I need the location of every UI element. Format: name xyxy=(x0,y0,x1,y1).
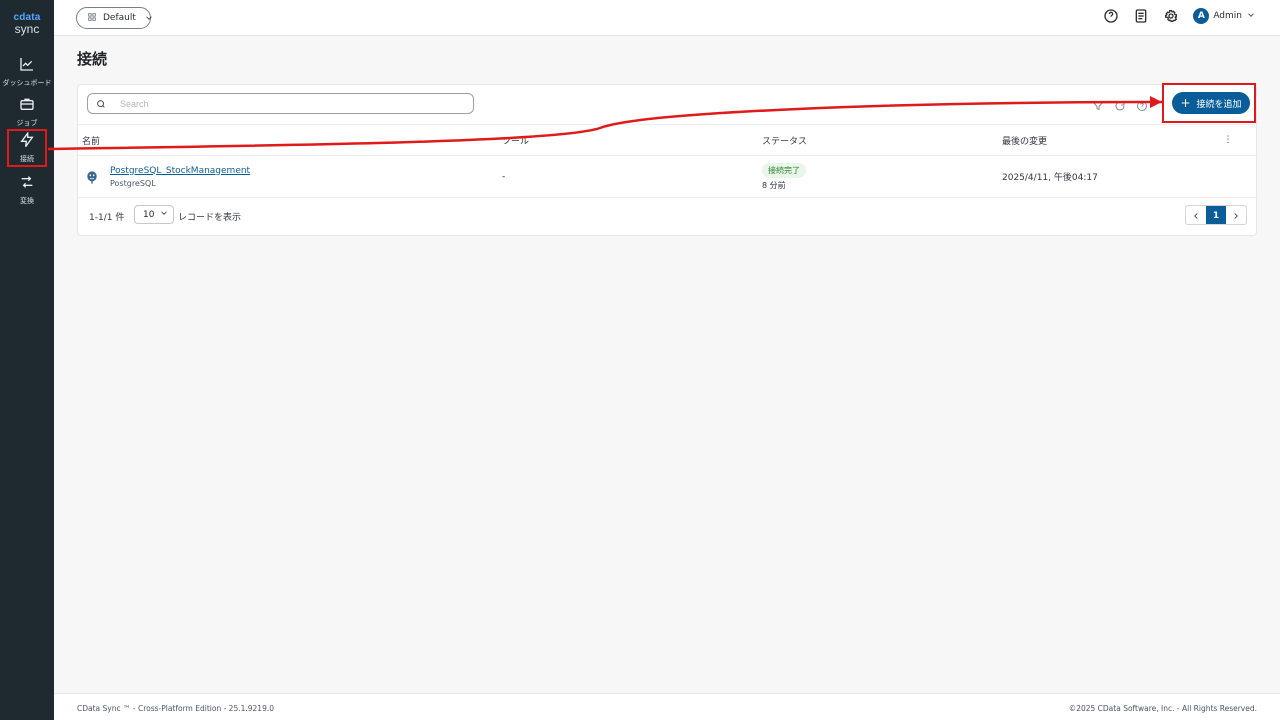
column-header-status[interactable]: ステータス xyxy=(738,134,978,147)
chevron-down-icon xyxy=(1246,10,1256,23)
page-title: 接続 xyxy=(77,50,108,68)
help-icon[interactable] xyxy=(1136,97,1148,111)
dots-icon: ⋮ xyxy=(1223,135,1233,145)
sidebar-item-dashboard[interactable]: ダッシュボード xyxy=(0,52,54,92)
sidebar-item-label: ダッシュボード xyxy=(2,79,52,87)
pagination-bar: 1-1/1 件 10 レコードを表示 1 xyxy=(78,198,1258,235)
add-connection-button[interactable]: + 接続を追加 xyxy=(1172,92,1250,114)
refresh-icon[interactable] xyxy=(1114,97,1126,111)
help-icon[interactable] xyxy=(1103,8,1119,24)
chevron-down-icon xyxy=(144,13,154,23)
column-header-tool[interactable]: ツール xyxy=(498,134,738,147)
cell-status: 接続完了 8 分前 xyxy=(738,162,978,191)
connections-table: 名前 ツール ステータス 最後の変更 ⋮ PostgreSQL_StockMan… xyxy=(78,124,1258,198)
sidebar-item-label: 変換 xyxy=(20,197,34,205)
briefcase-icon xyxy=(19,96,35,116)
status-time: 8 分前 xyxy=(762,180,786,190)
avatar: A xyxy=(1193,8,1210,24)
connection-type: PostgreSQL xyxy=(110,178,156,188)
column-header-more[interactable]: ⋮ xyxy=(1198,135,1258,145)
add-connection-label: 接続を追加 xyxy=(1196,99,1242,110)
page-button-current[interactable]: 1 xyxy=(1206,206,1226,224)
pager: 1 xyxy=(1185,205,1247,225)
chevron-down-icon xyxy=(159,208,169,221)
user-label: Admin xyxy=(1213,11,1242,21)
prev-page-button[interactable] xyxy=(1186,206,1206,224)
user-menu[interactable]: A Admin xyxy=(1193,8,1256,24)
grid-icon xyxy=(87,12,97,25)
sidebar-item-jobs[interactable]: ジョブ xyxy=(0,92,54,132)
next-page-button[interactable] xyxy=(1226,206,1246,224)
add-connection-highlight: + 接続を追加 xyxy=(1162,83,1256,123)
cell-name: PostgreSQL_StockManagement PostgreSQL xyxy=(78,166,498,188)
gear-icon[interactable] xyxy=(1163,8,1179,24)
cell-last-updated: 2025/4/11, 午後04:17 xyxy=(1002,173,1098,183)
sidebar-item-label: ジョブ xyxy=(16,119,38,127)
topbar-actions: A Admin xyxy=(1103,8,1256,24)
cell-tool: - xyxy=(502,171,506,182)
lightning-icon xyxy=(19,131,35,152)
per-page-select[interactable]: 10 xyxy=(134,205,174,224)
brand: cdata sync xyxy=(0,0,54,44)
sidebar-item-label: 接続 xyxy=(20,155,34,163)
postgresql-icon xyxy=(84,169,100,185)
chart-line-icon xyxy=(19,56,35,76)
column-header-last-updated[interactable]: 最後の変更 xyxy=(978,134,1198,147)
status-badge: 接続完了 xyxy=(762,162,806,178)
connection-name-link[interactable]: PostgreSQL_StockManagement xyxy=(110,166,250,176)
swap-icon xyxy=(19,174,35,194)
docs-icon[interactable] xyxy=(1133,8,1149,24)
per-page-label: レコードを表示 xyxy=(178,213,242,223)
table-header: 名前 ツール ステータス 最後の変更 ⋮ xyxy=(78,124,1258,156)
footer-version: CData Sync ™ - Cross-Platform Edition - … xyxy=(77,704,274,713)
table-toolbar xyxy=(1092,97,1148,111)
table-row[interactable]: PostgreSQL_StockManagement PostgreSQL - … xyxy=(78,156,1258,198)
record-range: 1-1/1 件 xyxy=(89,213,125,223)
search-input[interactable] xyxy=(118,97,448,110)
per-page-value: 10 xyxy=(143,209,155,220)
filter-icon[interactable] xyxy=(1092,97,1104,111)
search-icon xyxy=(96,94,106,113)
column-header-name[interactable]: 名前 xyxy=(78,134,498,147)
sidebar-item-connections[interactable]: 接続 xyxy=(7,129,47,167)
app-footer: CData Sync ™ - Cross-Platform Edition - … xyxy=(54,693,1280,720)
footer-copyright: ©2025 CData Software, Inc. - All Rights … xyxy=(1068,704,1257,713)
workspace-label: Default xyxy=(103,13,136,23)
connections-card: + 接続を追加 名前 ツール ステータス 最後の変更 ⋮ xyxy=(77,83,1258,236)
topbar: Default A Admin xyxy=(54,0,1280,36)
search-box[interactable] xyxy=(87,93,474,114)
sidebar: cdata sync ダッシュボード ジョブ 接続 変換 xyxy=(0,0,54,720)
sidebar-item-transform[interactable]: 変換 xyxy=(0,170,54,210)
plus-icon: + xyxy=(1180,95,1191,110)
workspace-selector[interactable]: Default xyxy=(76,7,154,29)
brand-subtitle: sync xyxy=(14,22,40,36)
